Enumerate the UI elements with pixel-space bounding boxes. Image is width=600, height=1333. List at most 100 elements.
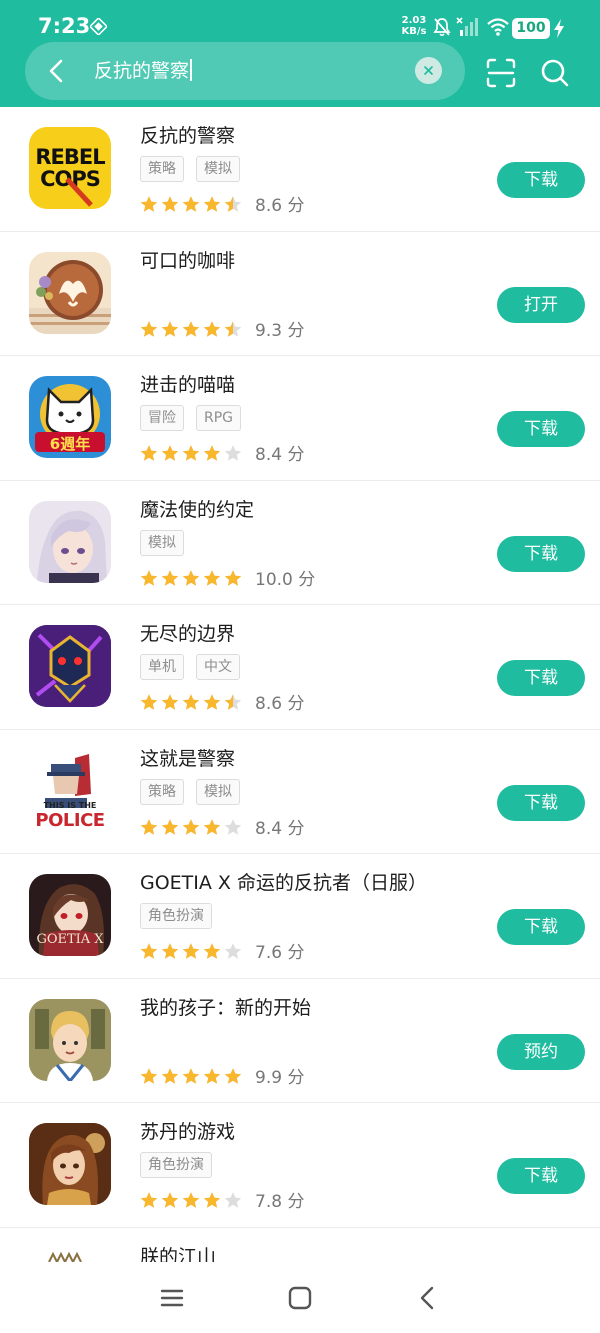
star-empty-icon	[224, 1192, 242, 1208]
coffee-cup-art	[29, 259, 111, 334]
download-button[interactable]: 下载	[497, 784, 585, 821]
robot-knight-icon[interactable]	[29, 625, 111, 707]
tag-list: 策略 模拟	[140, 778, 252, 805]
bell-muted-icon	[433, 18, 451, 37]
star-full-icon	[140, 570, 158, 586]
app-name[interactable]: 苏丹的游戏	[140, 1117, 235, 1144]
goetia-x-icon[interactable]: GOETIA X	[29, 874, 111, 956]
system-navigation-bar	[0, 1262, 600, 1333]
rebel-cops-slash-icon	[65, 177, 93, 207]
rating-score: 10.0 分	[255, 569, 316, 590]
network-speed: 2.03 KB/s	[401, 15, 427, 37]
list-item[interactable]: 我的孩子：新的开始 9.9 分 预约	[0, 979, 600, 1103]
app-name[interactable]: GOETIA X 命运的反抗者（日服）	[140, 868, 427, 895]
download-button[interactable]: 下载	[497, 909, 585, 945]
text-cursor	[190, 59, 193, 81]
tag: 模拟	[196, 156, 240, 182]
rating-score: 8.4 分	[255, 818, 305, 839]
search-icon[interactable]	[540, 58, 570, 88]
coffee-latte-icon[interactable]	[29, 251, 111, 334]
open-button[interactable]: 打开	[497, 286, 585, 323]
search-bar	[25, 42, 465, 100]
star-full-icon	[140, 445, 158, 461]
list-item[interactable]: REBEL COPS 反抗的警察 策略模拟 8.6 分 下载	[0, 107, 600, 232]
star-full-icon	[224, 570, 242, 586]
app-name[interactable]: 无尽的边界	[140, 619, 235, 646]
download-button[interactable]: 下载	[497, 411, 585, 447]
app-name[interactable]: 这就是警察	[140, 744, 235, 771]
search-input[interactable]: 反抗的警察	[94, 57, 193, 85]
star-full-icon	[140, 943, 158, 959]
this-is-the-police-icon[interactable]: THIS IS THE POLICE	[29, 749, 111, 832]
rating: 10.0 分	[140, 565, 316, 590]
star-full-icon	[161, 1068, 179, 1084]
rating-score: 9.9 分	[255, 1067, 305, 1088]
download-button[interactable]: 下载	[497, 660, 585, 696]
star-full-icon	[182, 196, 200, 212]
star-full-icon	[203, 445, 221, 461]
tag: 策略	[140, 156, 184, 182]
star-full-icon	[161, 570, 179, 586]
back-triangle-icon[interactable]	[414, 1284, 442, 1312]
star-full-icon	[182, 694, 200, 710]
tag: 角色扮演	[140, 1152, 212, 1178]
download-button[interactable]: 下载	[497, 162, 585, 198]
rating-score: 7.8 分	[255, 1192, 305, 1212]
star-full-icon	[182, 1192, 200, 1208]
download-button[interactable]: 下载	[497, 1158, 585, 1194]
star-full-icon	[203, 943, 221, 959]
star-full-icon	[182, 321, 200, 337]
app-name[interactable]: 可口的咖啡	[140, 246, 235, 273]
rating: 8.4 分	[140, 814, 305, 839]
charging-bolt-icon	[554, 19, 564, 38]
star-full-icon	[203, 694, 221, 710]
star-full-icon	[203, 1192, 221, 1208]
wifi-icon	[487, 18, 509, 36]
list-item[interactable]: GOETIA X GOETIA X 命运的反抗者（日服） 角色扮演 7.6 分 …	[0, 854, 600, 979]
menu-icon[interactable]	[158, 1284, 186, 1312]
app-name[interactable]: 魔法使的约定	[140, 495, 254, 522]
rating-stars	[140, 692, 245, 712]
rating: 8.6 分	[140, 191, 305, 216]
search-results-list: REBEL COPS 反抗的警察 策略模拟 8.6 分 下载	[0, 107, 600, 1333]
star-half-icon	[224, 694, 242, 710]
star-full-icon	[140, 694, 158, 710]
list-item[interactable]: 魔法使的约定 模拟 10.0 分 下载	[0, 481, 600, 605]
home-square-icon[interactable]	[286, 1284, 314, 1312]
app-name[interactable]: 反抗的警察	[140, 121, 235, 148]
tag: 策略	[140, 778, 184, 805]
tag-list: 单机 中文	[140, 654, 252, 680]
star-full-icon	[182, 1068, 200, 1084]
sultan-woman-icon[interactable]	[29, 1123, 111, 1205]
cat-6th-anniversary-icon[interactable]: 6週年	[29, 376, 111, 458]
rating-stars	[140, 318, 245, 338]
list-item[interactable]: 无尽的边界 单机 中文 8.6 分 下载	[0, 605, 600, 730]
star-full-icon	[140, 1068, 158, 1084]
scan-icon[interactable]	[486, 58, 516, 88]
star-full-icon	[182, 570, 200, 586]
anime-character-icon[interactable]	[29, 500, 111, 583]
star-full-icon	[203, 1068, 221, 1084]
star-half-icon	[224, 196, 242, 212]
preorder-button[interactable]: 预约	[497, 1033, 585, 1070]
star-full-icon	[203, 819, 221, 835]
list-item[interactable]: 可口的咖啡 9.3 分 打开	[0, 232, 600, 356]
rebel-cops-icon[interactable]: REBEL COPS	[29, 127, 111, 209]
tag-list: 策略 模拟	[140, 156, 252, 182]
download-button[interactable]: 下载	[497, 535, 585, 572]
list-item[interactable]: THIS IS THE POLICE 这就是警察 策略 模拟 8.4 分 下载	[0, 730, 600, 854]
child-portrait-icon[interactable]	[29, 998, 111, 1081]
list-item[interactable]: 苏丹的游戏 角色扮演 7.8 分 下载	[0, 1103, 600, 1228]
list-item[interactable]: 6週年 进击的喵喵 冒险 RPG 8.4 分 下载	[0, 356, 600, 481]
rating: 8.6 分	[140, 689, 304, 714]
rating-score: 8.6 分	[255, 196, 305, 216]
status-bar: 7:23 2.03 KB/s 100	[0, 0, 600, 44]
rating-stars	[140, 816, 245, 836]
app-name[interactable]: 我的孩子：新的开始	[140, 993, 311, 1020]
close-icon[interactable]	[415, 57, 442, 84]
star-full-icon	[161, 445, 179, 461]
star-full-icon	[140, 1192, 158, 1208]
chevron-left-icon[interactable]	[40, 54, 74, 88]
app-name[interactable]: 进击的喵喵	[140, 370, 235, 397]
rating-score: 9.3 分	[255, 320, 305, 341]
